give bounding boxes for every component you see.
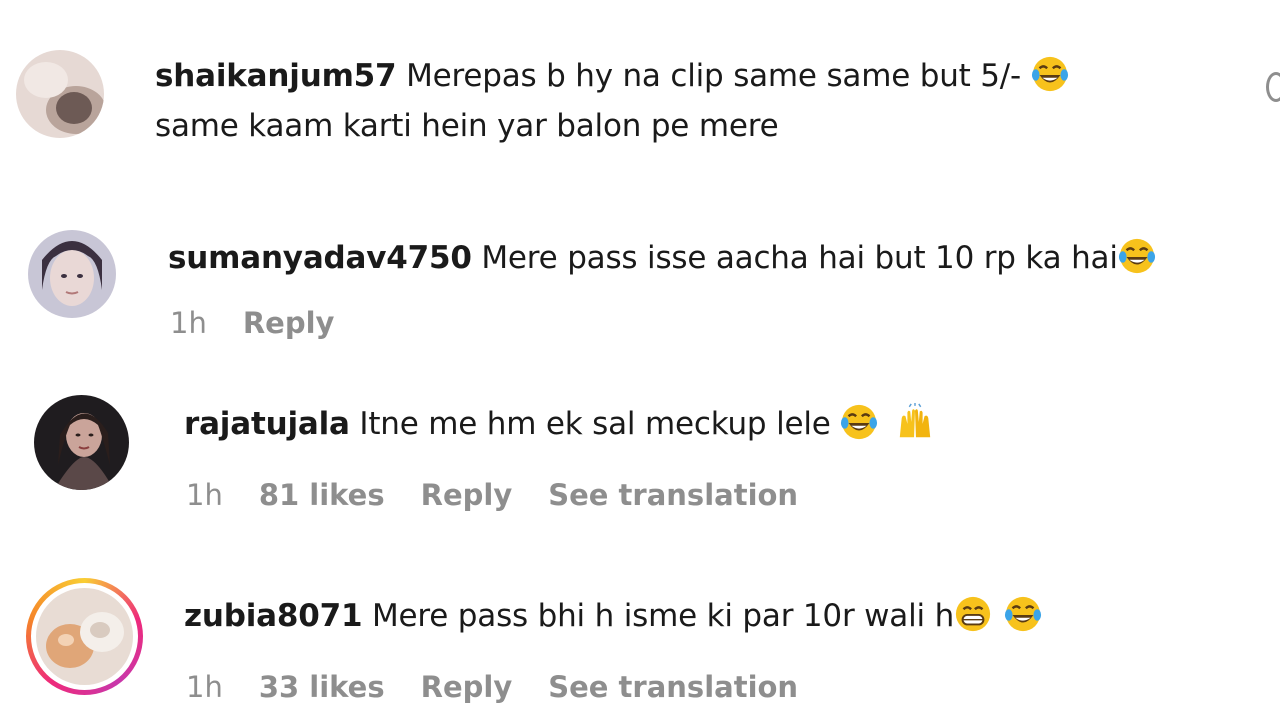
- avatar: [36, 588, 133, 685]
- comment-body: Mere pass isse aacha hai but 10 rp ka ha…: [471, 240, 1118, 276]
- comment-body: Mere pass bhi h isme ki par 10r wali h: [362, 598, 955, 634]
- reply-button[interactable]: Reply: [421, 478, 513, 512]
- comment-body: Itne me hm ek sal meckup lele: [349, 406, 841, 442]
- username[interactable]: shaikanjum57: [155, 58, 397, 94]
- comment-text: zubia8071 Mere pass bhi h isme ki par 10…: [184, 591, 1042, 641]
- reply-button[interactable]: Reply: [421, 670, 513, 704]
- comment-body: Merepas b hy na clip same same but 5/-: [396, 58, 1031, 94]
- comment-item: rajatujala Itne me hm ek sal meckup lele…: [0, 390, 1280, 540]
- face-with-tears-of-joy-icon: [1031, 56, 1068, 92]
- comment-text-line2: same kaam karti hein yar balon pe mere: [155, 108, 779, 144]
- likes-count[interactable]: 33 likes: [259, 670, 385, 704]
- username[interactable]: sumanyadav4750: [168, 240, 472, 276]
- username[interactable]: rajatujala: [184, 406, 350, 442]
- comment-text: sumanyadav4750 Mere pass isse aacha hai …: [168, 233, 1156, 283]
- username[interactable]: zubia8071: [184, 598, 363, 634]
- story-ring[interactable]: [26, 578, 143, 695]
- comment-text: rajatujala Itne me hm ek sal meckup lele: [184, 399, 934, 449]
- face-with-tears-of-joy-icon: [1118, 238, 1155, 274]
- raising-hands-icon: [900, 403, 931, 438]
- comment-time: 1h: [170, 306, 207, 340]
- avatar[interactable]: [16, 50, 104, 138]
- comment-meta: 1h 33 likes Reply See translation: [186, 670, 798, 704]
- grinning-face-icon: [955, 596, 991, 632]
- comment-item: zubia8071 Mere pass bhi h isme ki par 10…: [0, 570, 1280, 720]
- reply-button[interactable]: Reply: [243, 306, 335, 340]
- avatar[interactable]: [34, 395, 129, 490]
- face-with-tears-of-joy-icon: [841, 404, 878, 440]
- face-with-tears-of-joy-icon: [1004, 596, 1042, 632]
- avatar[interactable]: [28, 230, 116, 318]
- likes-count[interactable]: 81 likes: [259, 478, 385, 512]
- comment-meta: 1h 81 likes Reply See translation: [186, 478, 798, 512]
- comment-text: shaikanjum57 Merepas b hy na clip same s…: [155, 51, 1069, 101]
- comment-time: 1h: [186, 478, 223, 512]
- see-translation-link[interactable]: See translation: [548, 478, 798, 512]
- comment-meta: 1h Reply: [170, 306, 334, 340]
- see-translation-link[interactable]: See translation: [548, 670, 798, 704]
- comment-time: 1h: [186, 670, 223, 704]
- comment-item: sumanyadav4750 Mere pass isse aacha hai …: [0, 220, 1280, 360]
- comment-item: shaikanjum57 Merepas b hy na clip same s…: [0, 0, 1280, 180]
